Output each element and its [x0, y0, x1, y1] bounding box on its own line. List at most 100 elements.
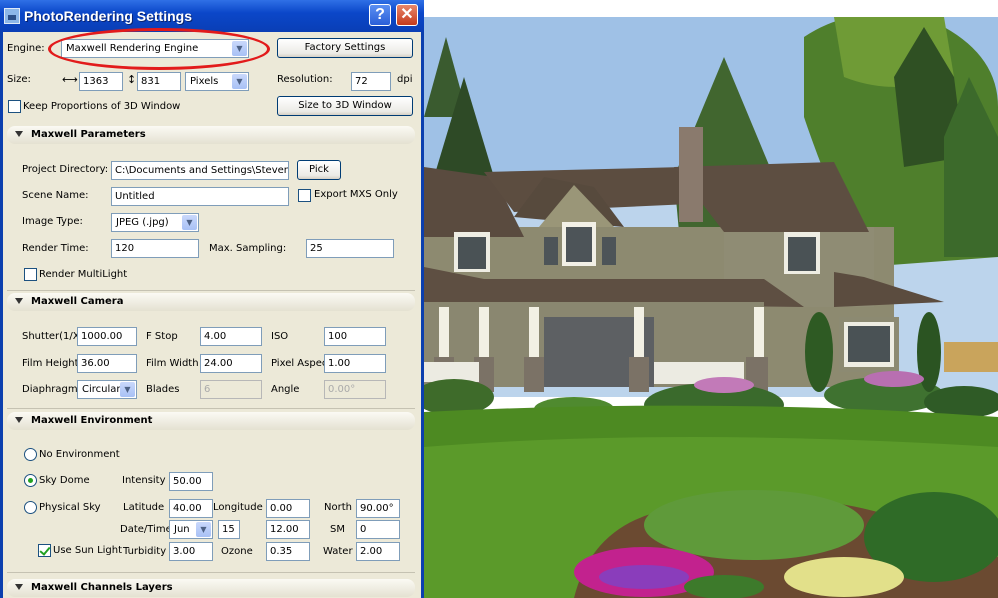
- dpi-label: dpi: [397, 74, 413, 85]
- latitude-label: Latitude: [123, 502, 165, 513]
- turbidity-input[interactable]: 3.00: [169, 542, 213, 561]
- divider: [7, 408, 415, 409]
- section-title: Maxwell Camera: [31, 296, 124, 307]
- day-input[interactable]: 15: [218, 520, 240, 539]
- latitude-input[interactable]: 40.00: [169, 499, 213, 518]
- export-mxs-checkbox[interactable]: [298, 189, 311, 202]
- scene-name-label: Scene Name:: [22, 190, 89, 201]
- keep-proportions-checkbox[interactable]: [8, 100, 21, 113]
- sky-dome-label: Sky Dome: [39, 475, 90, 486]
- unit-select[interactable]: Pixels ▼: [185, 72, 249, 91]
- chevron-down-icon: ▼: [120, 382, 135, 397]
- width-arrow-icon: ⟷: [62, 73, 78, 86]
- collapse-triangle-icon: [15, 584, 23, 590]
- width-input[interactable]: 1363: [79, 72, 123, 91]
- engine-label: Engine:: [7, 43, 45, 54]
- resolution-input[interactable]: 72: [351, 72, 391, 91]
- chevron-down-icon: ▼: [196, 522, 211, 537]
- project-directory-label: Project Directory:: [22, 164, 109, 175]
- highlight-ellipse: [48, 28, 270, 70]
- image-type-value: JPEG (.jpg): [116, 217, 169, 228]
- size-to-3d-window-button[interactable]: Size to 3D Window: [277, 96, 413, 116]
- film-height-input[interactable]: 36.00: [77, 354, 137, 373]
- use-sun-light-label: Use Sun Light: [53, 545, 123, 556]
- section-maxwell-channels-layers[interactable]: Maxwell Channels Layers: [7, 579, 415, 597]
- shutter-label: Shutter(1/X): [22, 331, 84, 342]
- longitude-label: Longitude: [213, 502, 263, 513]
- no-environment-radio[interactable]: [24, 448, 37, 461]
- sm-label: SM: [330, 524, 345, 535]
- no-environment-label: No Environment: [39, 449, 120, 460]
- help-button[interactable]: ?: [369, 4, 391, 26]
- unit-value: Pixels: [190, 76, 219, 87]
- divider: [7, 572, 415, 573]
- diaphragm-label: Diaphragm: [22, 384, 78, 395]
- chevron-down-icon: ▼: [182, 215, 197, 230]
- water-label: Water: [323, 546, 353, 557]
- turbidity-label: Turbidity: [123, 546, 167, 557]
- size-label: Size:: [7, 74, 31, 85]
- fstop-input[interactable]: 4.00: [200, 327, 262, 346]
- water-input[interactable]: 2.00: [356, 542, 400, 561]
- render-time-input[interactable]: 120: [111, 239, 199, 258]
- north-label: North: [324, 502, 352, 513]
- month-select[interactable]: Jun ▼: [169, 520, 213, 539]
- pixel-aspect-label: Pixel Aspect: [271, 358, 332, 369]
- height-input[interactable]: 831: [137, 72, 181, 91]
- rendered-house-image: [424, 17, 998, 598]
- ozone-input[interactable]: 0.35: [266, 542, 310, 561]
- title-bar[interactable]: PhotoRendering Settings ? ✕: [0, 0, 424, 32]
- blades-label: Blades: [146, 384, 180, 395]
- sm-input[interactable]: 0: [356, 520, 400, 539]
- app-icon: [4, 8, 20, 24]
- height-arrow-icon: ↕: [127, 73, 137, 86]
- angle-input: 0.00°: [324, 380, 386, 399]
- film-height-label: Film Height: [22, 358, 79, 369]
- pick-button[interactable]: Pick: [297, 160, 341, 180]
- keep-proportions-label: Keep Proportions of 3D Window: [23, 101, 181, 112]
- time-input[interactable]: 12.00: [266, 520, 310, 539]
- angle-label: Angle: [271, 384, 300, 395]
- sky-dome-radio[interactable]: [24, 474, 37, 487]
- physical-sky-radio[interactable]: [24, 501, 37, 514]
- scene-name-input[interactable]: Untitled: [111, 187, 289, 206]
- section-maxwell-parameters[interactable]: Maxwell Parameters: [7, 126, 415, 144]
- film-width-label: Film Width: [146, 358, 199, 369]
- shutter-input[interactable]: 1000.00: [77, 327, 137, 346]
- render-time-label: Render Time:: [22, 243, 89, 254]
- photorendering-settings-window: PhotoRendering Settings ? ✕ Engine: Maxw…: [0, 0, 424, 598]
- blades-input: 6: [200, 380, 262, 399]
- export-mxs-label: Export MXS Only: [314, 189, 398, 200]
- datetime-label: Date/Time: [120, 524, 172, 535]
- physical-sky-label: Physical Sky: [39, 502, 101, 513]
- factory-settings-button[interactable]: Factory Settings: [277, 38, 413, 58]
- image-type-select[interactable]: JPEG (.jpg) ▼: [111, 213, 199, 232]
- collapse-triangle-icon: [15, 131, 23, 137]
- image-type-label: Image Type:: [22, 216, 83, 227]
- divider: [7, 290, 415, 291]
- iso-label: ISO: [271, 331, 289, 342]
- close-button[interactable]: ✕: [396, 4, 418, 26]
- north-input[interactable]: 90.00°: [356, 499, 400, 518]
- pixel-aspect-input[interactable]: 1.00: [324, 354, 386, 373]
- diaphragm-value: Circular: [82, 384, 121, 395]
- diaphragm-select[interactable]: Circular ▼: [77, 380, 137, 399]
- project-directory-input[interactable]: C:\Documents and Settings\Steven D. Jo: [111, 161, 289, 180]
- resolution-label: Resolution:: [277, 74, 333, 85]
- iso-input[interactable]: 100: [324, 327, 386, 346]
- section-maxwell-environment[interactable]: Maxwell Environment: [7, 412, 415, 430]
- ozone-label: Ozone: [221, 546, 253, 557]
- longitude-input[interactable]: 0.00: [266, 499, 310, 518]
- render-multilight-checkbox[interactable]: [24, 268, 37, 281]
- collapse-triangle-icon: [15, 298, 23, 304]
- intensity-input[interactable]: 50.00: [169, 472, 213, 491]
- collapse-triangle-icon: [15, 417, 23, 423]
- max-sampling-input[interactable]: 25: [306, 239, 394, 258]
- film-width-input[interactable]: 24.00: [200, 354, 262, 373]
- section-title: Maxwell Environment: [31, 415, 153, 426]
- section-maxwell-camera[interactable]: Maxwell Camera: [7, 293, 415, 311]
- month-value: Jun: [174, 524, 190, 535]
- section-title: Maxwell Channels Layers: [31, 582, 173, 593]
- use-sun-light-checkbox[interactable]: [38, 544, 51, 557]
- max-sampling-label: Max. Sampling:: [209, 243, 287, 254]
